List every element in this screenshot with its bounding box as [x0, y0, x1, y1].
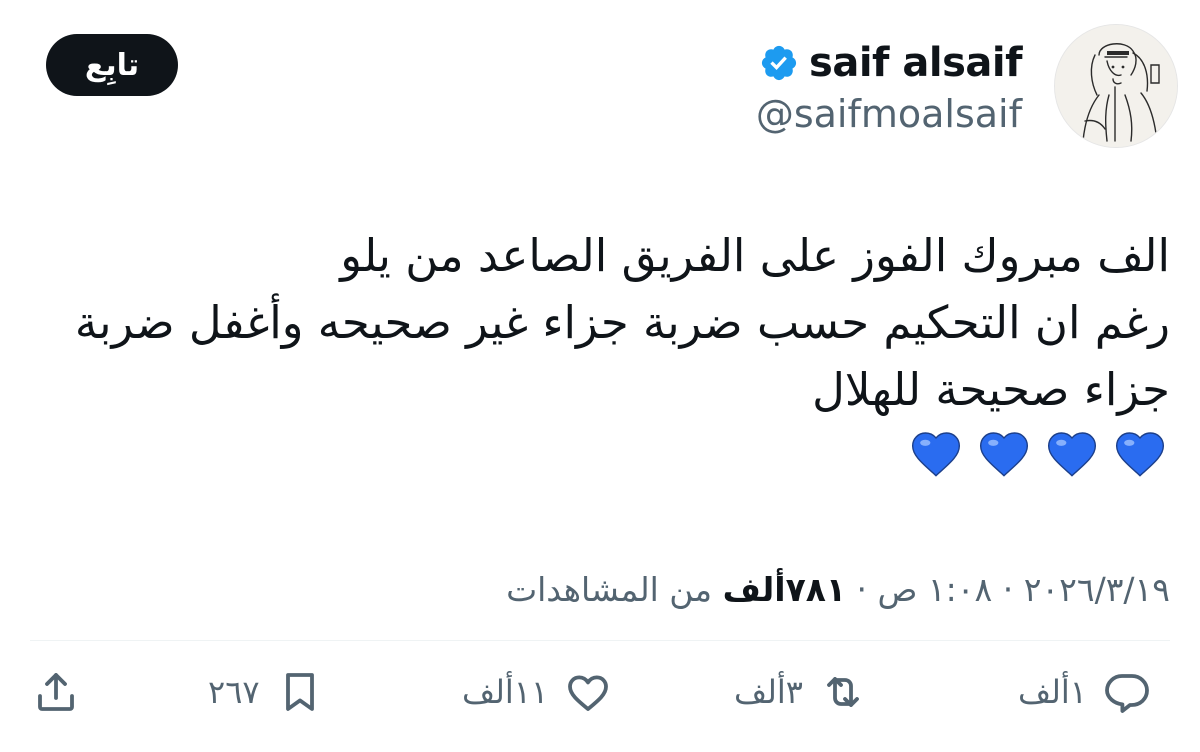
views-label: من المشاهدات	[506, 570, 723, 609]
bookmark-icon	[285, 673, 314, 711]
share-button[interactable]	[32, 660, 80, 724]
bookmark-button[interactable]: ٢٦٧	[208, 660, 324, 724]
retweet-icon	[827, 677, 859, 707]
author-handle[interactable]: @saifmoalsaif	[756, 92, 1022, 136]
like-button[interactable]: ١١ألف	[462, 660, 612, 724]
retweet-count: ٣ألف	[734, 673, 803, 711]
retweet-button[interactable]: ٣ألف	[734, 660, 867, 724]
reply-icon	[1105, 674, 1149, 713]
like-count: ١١ألف	[462, 673, 549, 711]
author-display-name[interactable]: saif alsaif	[809, 40, 1022, 86]
blue-hearts-emoji	[908, 426, 1168, 482]
blue-heart-emoji-icon	[979, 432, 1029, 477]
follow-button[interactable]: تابِع	[46, 34, 178, 96]
bookmark-count: ٢٦٧	[208, 673, 260, 711]
divider	[30, 640, 1170, 641]
blue-heart-emoji-icon	[911, 432, 961, 477]
author-name-row[interactable]: saif alsaif	[759, 36, 1022, 90]
tweet-text-line: جزاء صحيحة للهلال	[812, 363, 1170, 416]
tweet-meta: ٢٠٢٦/٣/١٩ · ١:٠٨ ص · ٧٨١ألف من المشاهدات	[506, 570, 1170, 609]
blue-heart-emoji-icon	[1047, 432, 1097, 477]
avatar-sketch-image	[1055, 25, 1177, 147]
blue-heart-emoji-icon	[1115, 432, 1165, 477]
heart-icon	[568, 675, 609, 711]
reply-button[interactable]: ١ألف	[1018, 660, 1151, 724]
tweet-timestamp[interactable]: ٢٠٢٦/٣/١٩ · ١:٠٨ ص ·	[846, 570, 1170, 609]
tweet-text-line: الف مبروك الفوز على الفريق الصاعد من يلو	[340, 229, 1170, 282]
tweet: saif alsaif @saifmoalsaif تابِع الف مبرو…	[0, 0, 1200, 752]
verified-badge-icon	[761, 45, 797, 81]
reply-count: ١ألف	[1018, 673, 1087, 711]
avatar[interactable]	[1054, 24, 1178, 148]
views-count: ٧٨١ألف	[722, 570, 847, 609]
tweet-text: الف مبروك الفوز على الفريق الصاعد من يلو…	[30, 222, 1170, 423]
share-icon	[38, 673, 74, 711]
tweet-text-line: رغم ان التحكيم حسب ضربة جزاء غير صحيحه و…	[74, 296, 1170, 349]
